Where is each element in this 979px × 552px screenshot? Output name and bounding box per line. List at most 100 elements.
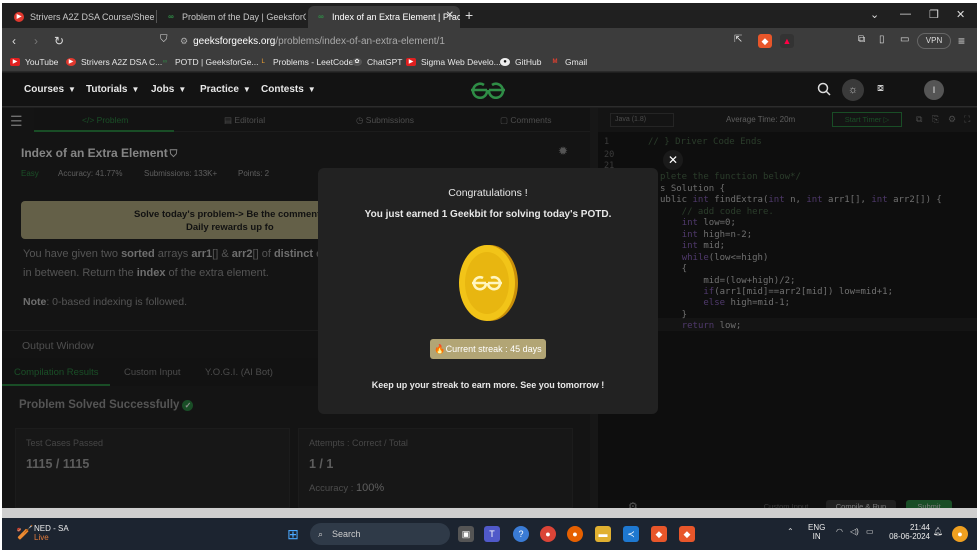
task-view-icon[interactable]: ▣ (458, 526, 474, 542)
chevron-down-icon: ▼ (242, 85, 251, 94)
back-icon[interactable]: ‹ (12, 34, 16, 48)
close-tab-icon[interactable]: ✕ (446, 10, 454, 21)
tab-separator (156, 10, 157, 23)
battery-icon[interactable]: ▭ (866, 527, 874, 536)
gfg-icon: ∞ (162, 59, 168, 65)
notification-bell-icon[interactable]: 🔔︎ (933, 527, 943, 536)
search-icon: ⌕ (318, 529, 324, 539)
congratulations-modal: Congratulations ! You just earned 1 Geek… (318, 168, 658, 414)
menu-tutorials[interactable]: Tutorials ▼ (86, 84, 139, 95)
browser-menu-icon[interactable]: ≡ (958, 34, 965, 48)
chevron-down-icon: ▼ (307, 85, 316, 94)
bookmark-github[interactable]: ● GitHub (500, 57, 541, 67)
taskbar-search[interactable]: ⌕ Search (310, 523, 450, 545)
translate-icon[interactable]: ⧇ (877, 82, 884, 95)
sidebar-icon[interactable]: ▯ (879, 34, 885, 45)
youtube-icon: ▶ (406, 58, 416, 66)
menu-practice[interactable]: Practice ▼ (200, 84, 251, 95)
teams-icon[interactable]: T (484, 526, 500, 542)
avatar-letter: I (932, 85, 936, 95)
striver-icon: ▶ (66, 58, 76, 66)
site-info-icon[interactable]: ⚙ (180, 36, 188, 46)
brave-icon[interactable]: ◆ (651, 526, 667, 542)
bookmark-label: Strivers A2Z DSA C... (81, 57, 163, 67)
bookmark-label: Gmail (565, 57, 588, 67)
menu-label: Contests (261, 84, 304, 95)
bookmark-label: YouTube (25, 57, 59, 67)
brave-rewards-icon[interactable]: ▲ (780, 34, 794, 48)
brave-shield-icon[interactable]: ◆ (758, 34, 772, 48)
wallet-icon[interactable]: ▭ (900, 34, 909, 45)
url-path: /problems/index-of-an-extra-element/1 (275, 36, 445, 47)
url-bar[interactable]: ⚙ geeksforgeeks.org/problems/index-of-an-… (180, 32, 470, 50)
menu-jobs[interactable]: Jobs ▼ (151, 84, 186, 95)
site-header: Courses ▼ Tutorials ▼ Jobs ▼ Practice ▼ Cont… (2, 73, 977, 107)
reload-icon[interactable]: ↻ (54, 34, 64, 48)
help-icon[interactable]: ? (513, 526, 529, 542)
close-modal-icon[interactable]: ✕ (663, 150, 683, 170)
forward-icon[interactable]: › (34, 34, 38, 48)
bookmark-striver[interactable]: ▶ Strivers A2Z DSA C... (66, 57, 162, 67)
clock-time: 21:44 (909, 523, 930, 532)
lang-top: ENG (808, 523, 826, 532)
minimize-icon[interactable]: — (900, 8, 911, 20)
browser-tab[interactable]: ▶ Strivers A2Z DSA Course/Sheet - Cra (6, 6, 154, 28)
weather-status: Live (34, 533, 49, 542)
menu-label: Courses (24, 84, 65, 95)
gfg-logo-icon[interactable] (468, 81, 508, 99)
browser-tab-bar: ▶ Strivers A2Z DSA Course/Sheet - Cra ∞ … (2, 3, 977, 28)
menu-label: Practice (200, 84, 239, 95)
language-indicator[interactable]: ENG IN (808, 523, 825, 541)
browser-tab[interactable]: ∞ Problem of the Day | GeeksforGeeks (158, 6, 306, 28)
modal-footer: Keep up your streak to earn more. See yo… (371, 380, 605, 390)
lang-bottom: IN (812, 532, 821, 541)
file-explorer-icon[interactable]: ▬ (595, 526, 611, 542)
bookmark-potd[interactable]: ∞ POTD | GeeksforGe... (160, 57, 259, 67)
chevron-down-icon: ▼ (68, 85, 76, 94)
copilot-icon[interactable]: ● (952, 526, 968, 542)
tab-search-chevron-icon[interactable]: ⌄ (870, 8, 879, 21)
bookmark-label: ChatGPT (367, 57, 403, 67)
bookmark-sigma[interactable]: ▶ Sigma Web Develo... (406, 57, 501, 67)
url-host: geeksforgeeks.org (193, 36, 276, 47)
chrome-icon[interactable]: ● (540, 526, 556, 542)
share-icon[interactable]: ⇱ (734, 34, 742, 45)
theme-toggle-icon[interactable]: ☼ (842, 79, 864, 101)
horizontal-scrollbar[interactable] (2, 508, 977, 518)
extensions-icon[interactable]: ⧉ (858, 34, 865, 45)
address-bar-row: ‹ › ↻ ⛉ ⚙ geeksforgeeks.org/problems/inde… (2, 28, 977, 54)
striver-favicon-icon: ▶ (14, 12, 24, 22)
current-streak-badge: 🔥Current streak : 45 days (430, 339, 546, 359)
vscode-icon[interactable]: ≺ (623, 526, 639, 542)
bookmark-icon[interactable]: ⛉ (160, 34, 168, 45)
menu-contests[interactable]: Contests ▼ (261, 84, 316, 95)
clock[interactable]: 21:44 08-06-2024 (886, 523, 930, 541)
wifi-icon[interactable]: ◠ (836, 527, 843, 536)
gfg-favicon-icon: ∞ (168, 12, 174, 21)
weather-title: NED - SA (34, 524, 69, 533)
maximize-icon[interactable]: ❐ (929, 8, 939, 21)
gfg-favicon-icon: ∞ (318, 12, 324, 21)
firefox-icon[interactable]: ● (567, 526, 583, 542)
new-tab-icon[interactable]: + (465, 7, 473, 23)
bookmark-gmail[interactable]: M Gmail (550, 57, 588, 67)
windows-start-icon[interactable]: ⊞ (285, 526, 301, 542)
bookmark-leetcode[interactable]: ᒪ Problems - LeetCode (258, 57, 353, 67)
bookmark-label: Sigma Web Develo... (421, 57, 501, 67)
search-icon[interactable] (817, 82, 831, 96)
bookmark-youtube[interactable]: ▶ YouTube (10, 57, 58, 67)
tray-chevron-icon[interactable]: ⌃ (787, 527, 794, 536)
menu-courses[interactable]: Courses ▼ (24, 84, 76, 95)
tab-title: Strivers A2Z DSA Course/Sheet - Cra (30, 12, 154, 22)
volume-icon[interactable]: ◁) (850, 527, 859, 536)
taskbar-search-label: Search (332, 529, 361, 539)
bookmark-chatgpt[interactable]: ✿ ChatGPT (352, 57, 402, 67)
chevron-down-icon: ▼ (131, 85, 140, 94)
brave-active-icon[interactable]: ◆ (679, 526, 695, 542)
modal-message: You just earned 1 Geekbit for solving to… (364, 209, 612, 220)
browser-tab-active[interactable]: ∞ Index of an Extra Element | Prac ✕ (308, 6, 460, 28)
vpn-button[interactable]: VPN (917, 33, 951, 49)
close-window-icon[interactable]: ✕ (956, 8, 965, 21)
weather-text: NED - SA Live (34, 524, 69, 542)
avatar[interactable]: I (924, 80, 944, 100)
